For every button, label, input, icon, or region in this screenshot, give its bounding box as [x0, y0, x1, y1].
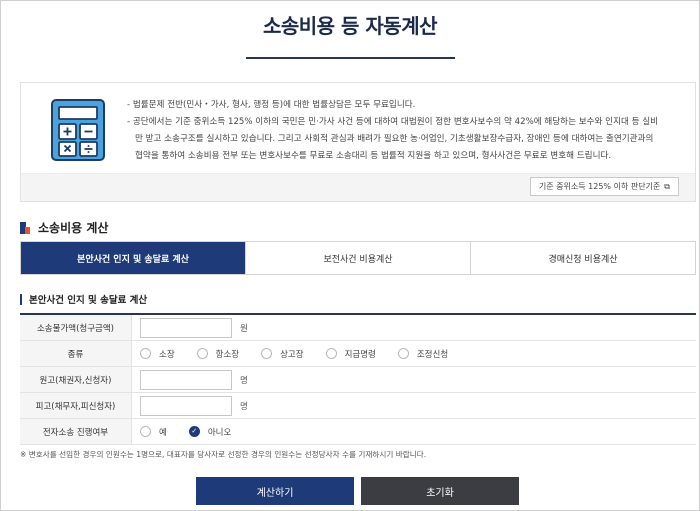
radio-label: 상고장 — [280, 349, 304, 360]
calc-tabs: 본안사건 인지 및 송달료 계산 보전사건 비용계산 경매신청 비용계산 — [20, 241, 696, 275]
page-title: 소송비용 등 자동계산 — [262, 14, 438, 38]
form-row-type: 종류 소장 항소장 상고장 지급명령 조정신청 — [20, 341, 696, 367]
section-title-label: 소송비용 계산 — [38, 221, 109, 235]
type-cell: 소장 항소장 상고장 지급명령 조정신청 — [132, 341, 696, 366]
plaintiff-unit: 명 — [240, 375, 248, 386]
radio-icon — [397, 348, 409, 359]
form-row-defendant: 피고(채무자,피신청자) 명 — [20, 393, 696, 419]
radio-icon — [140, 348, 151, 359]
criteria-link-button[interactable]: 기준 중위소득 125% 이하 판단기준 ⧉ — [529, 177, 679, 196]
radio-label: 조정신청 — [416, 349, 449, 360]
defendant-input[interactable] — [140, 395, 232, 416]
radio-label: 항소장 — [215, 349, 240, 360]
calculator-icon — [51, 99, 105, 161]
form-row-electronic: 전자소송 진행여부 예 ✓ 아니오 — [20, 419, 696, 445]
type-radio-final-appeal[interactable]: 상고장 — [261, 348, 304, 360]
defendant-cell: 명 — [132, 393, 696, 418]
radio-icon — [196, 348, 208, 359]
form-row-amount: 소송물가액(청구금액) 원 — [20, 315, 696, 341]
form-title-label: 본안사건 인지 및 송달료 계산 — [29, 295, 148, 306]
notice-text: - 법률문제 전반(민사・가사, 형사, 행정 등)에 대한 법률상담은 모두 … — [127, 97, 687, 165]
tab-auction[interactable]: 경매신청 비용계산 — [470, 242, 695, 274]
calc-form: 소송물가액(청구금액) 원 종류 소장 항소장 상고장 지급명령 조정신청 원고… — [20, 313, 696, 445]
notice-line: - 공단에서는 기준 중위소득 125% 이하의 국민은 민·가사 사건 등에 … — [127, 117, 659, 127]
plaintiff-label: 원고(채권자,신청자) — [20, 367, 132, 392]
tab-main-case[interactable]: 본안사건 인지 및 송달료 계산 — [21, 242, 245, 274]
radio-icon — [140, 426, 151, 437]
defendant-unit: 명 — [240, 401, 248, 412]
electronic-cell: 예 ✓ 아니오 — [132, 419, 696, 444]
notice-line: - 법률문제 전반(민사・가사, 형사, 행정 등)에 대한 법률상담은 모두 … — [127, 100, 416, 110]
type-radio-mediation[interactable]: 조정신청 — [397, 348, 449, 360]
section-title: 소송비용 계산 — [20, 219, 108, 236]
electronic-label: 전자소송 진행여부 — [20, 419, 132, 444]
plaintiff-cell: 명 — [132, 367, 696, 392]
type-radio-complaint[interactable]: 소장 — [140, 348, 175, 360]
amount-input[interactable] — [140, 317, 232, 338]
type-radio-appeal[interactable]: 항소장 — [196, 348, 240, 360]
radio-icon — [325, 348, 337, 359]
defendant-label: 피고(채무자,피신청자) — [20, 393, 132, 418]
external-link-icon: ⧉ — [664, 182, 670, 191]
tab-provisional-case[interactable]: 보전사건 비용계산 — [245, 242, 470, 274]
notice-box: - 법률문제 전반(민사・가사, 형사, 행정 등)에 대한 법률상담은 모두 … — [20, 82, 696, 202]
plaintiff-input[interactable] — [140, 369, 232, 390]
radio-label: 예 — [159, 427, 167, 438]
calculate-button[interactable]: 계산하기 — [196, 477, 354, 505]
radio-label: 소장 — [159, 349, 175, 360]
reset-button[interactable]: 초기화 — [361, 477, 519, 505]
radio-checked-icon: ✓ — [188, 426, 200, 437]
title-underline — [246, 57, 455, 59]
electronic-radio-no[interactable]: ✓ 아니오 — [188, 426, 232, 438]
radio-icon — [261, 348, 273, 359]
form-row-plaintiff: 원고(채권자,신청자) 명 — [20, 367, 696, 393]
attorney-note: ※ 변호사를 선임한 경우의 인원수는 1명으로, 대표자를 당사자로 선정한 … — [20, 450, 427, 459]
notice-line: 협약을 통하여 소송비용 전부 또는 변호사보수를 무료로 소송대리 등 법률적… — [135, 151, 612, 161]
notice-line: 만 받고 소송구조를 실시하고 있습니다. 그리고 사회적 관심과 배려가 필요… — [135, 134, 654, 144]
amount-cell: 원 — [132, 315, 696, 340]
amount-unit: 원 — [240, 323, 248, 334]
type-label: 종류 — [20, 341, 132, 366]
radio-label: 지급명령 — [344, 349, 376, 360]
form-title-bar — [20, 293, 22, 305]
type-radio-payment-order[interactable]: 지급명령 — [325, 348, 376, 360]
amount-label: 소송물가액(청구금액) — [20, 315, 132, 340]
section-mark-icon — [20, 221, 30, 234]
radio-label: 아니오 — [207, 427, 232, 438]
electronic-radio-yes[interactable]: 예 — [140, 426, 167, 438]
criteria-link-label: 기준 중위소득 125% 이하 판단기준 — [538, 182, 661, 191]
form-title: 본안사건 인지 및 송달료 계산 — [20, 292, 147, 306]
